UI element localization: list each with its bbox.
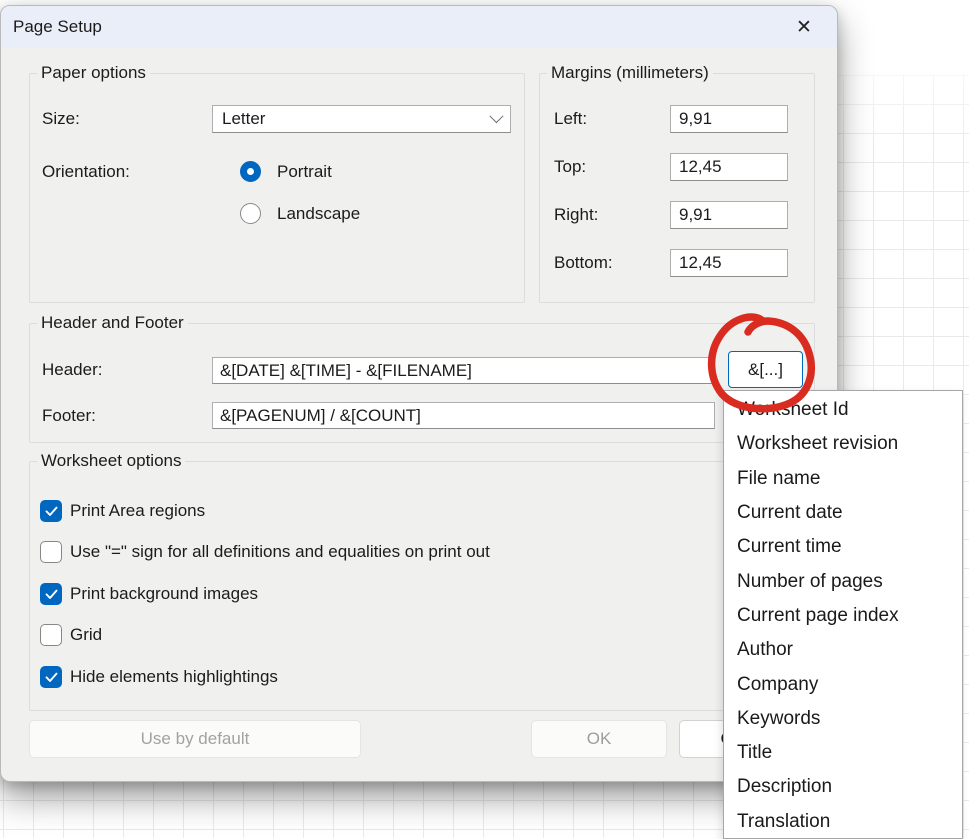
menu-item-company[interactable]: Company xyxy=(724,667,962,701)
menu-item-worksheet-id[interactable]: Worksheet Id xyxy=(724,393,962,427)
menu-item-worksheet-revision[interactable]: Worksheet revision xyxy=(724,427,962,461)
paper-size-select[interactable]: Letter xyxy=(212,105,511,133)
checkbox-label[interactable]: Print background images xyxy=(70,584,258,604)
checkmark-icon xyxy=(45,589,58,600)
size-label: Size: xyxy=(42,109,80,129)
titlebar: Page Setup xyxy=(1,6,837,48)
insert-field-menu: Worksheet Id Worksheet revision File nam… xyxy=(723,390,963,839)
portrait-label[interactable]: Portrait xyxy=(277,162,332,182)
menu-item-current-page-index[interactable]: Current page index xyxy=(724,599,962,633)
checkbox-label[interactable]: Print Area regions xyxy=(70,501,205,521)
worksheet-options-legend: Worksheet options xyxy=(37,451,185,471)
margin-left-label: Left: xyxy=(554,109,587,129)
paper-options-group: Paper options Size: Letter Orientation: … xyxy=(29,73,525,303)
orientation-label: Orientation: xyxy=(42,162,130,182)
margin-bottom-input[interactable] xyxy=(670,249,788,277)
landscape-label[interactable]: Landscape xyxy=(277,204,360,224)
checkbox-label[interactable]: Use "=" sign for all definitions and equ… xyxy=(70,542,490,562)
option-print-background-images[interactable]: Print background images xyxy=(40,583,258,605)
menu-item-translation[interactable]: Translation xyxy=(724,805,962,839)
paper-options-legend: Paper options xyxy=(37,63,150,83)
option-print-area-regions[interactable]: Print Area regions xyxy=(40,500,205,522)
dialog-title: Page Setup xyxy=(13,17,102,37)
footer-label: Footer: xyxy=(42,406,96,426)
header-footer-legend: Header and Footer xyxy=(37,313,188,333)
header-label: Header: xyxy=(42,360,102,380)
option-equals-sign[interactable]: Use "=" sign for all definitions and equ… xyxy=(40,541,490,563)
insert-field-button[interactable]: &[...] xyxy=(728,351,803,388)
margin-top-label: Top: xyxy=(554,157,586,177)
footer-input[interactable] xyxy=(212,402,715,429)
option-hide-elements-highlightings[interactable]: Hide elements highlightings xyxy=(40,666,278,688)
close-icon[interactable]: ✕ xyxy=(787,11,821,43)
menu-item-current-date[interactable]: Current date xyxy=(724,496,962,530)
ok-button[interactable]: OK xyxy=(531,720,667,758)
menu-item-current-time[interactable]: Current time xyxy=(724,530,962,564)
checkbox[interactable] xyxy=(40,583,62,605)
chevron-down-icon xyxy=(490,114,501,125)
checkbox-label[interactable]: Grid xyxy=(70,625,102,645)
menu-item-file-name[interactable]: File name xyxy=(724,462,962,496)
checkbox[interactable] xyxy=(40,541,62,563)
menu-item-number-of-pages[interactable]: Number of pages xyxy=(724,564,962,598)
menu-item-title[interactable]: Title xyxy=(724,736,962,770)
margins-legend: Margins (millimeters) xyxy=(547,63,713,83)
use-by-default-button[interactable]: Use by default xyxy=(29,720,361,758)
checkbox-label[interactable]: Hide elements highlightings xyxy=(70,667,278,687)
menu-item-author[interactable]: Author xyxy=(724,633,962,667)
orientation-portrait[interactable]: Portrait xyxy=(240,161,332,182)
checkmark-icon xyxy=(45,506,58,517)
orientation-landscape[interactable]: Landscape xyxy=(240,203,360,224)
margin-top-input[interactable] xyxy=(670,153,788,181)
page-setup-dialog: Page Setup ✕ Paper options Size: Letter … xyxy=(0,5,838,782)
margin-bottom-label: Bottom: xyxy=(554,253,613,273)
margin-right-input[interactable] xyxy=(670,201,788,229)
menu-item-description[interactable]: Description xyxy=(724,770,962,804)
checkbox[interactable] xyxy=(40,624,62,646)
margin-right-label: Right: xyxy=(554,205,598,225)
checkbox[interactable] xyxy=(40,666,62,688)
menu-item-keywords[interactable]: Keywords xyxy=(724,702,962,736)
worksheet-options-group: Worksheet options Print Area regions Use… xyxy=(29,461,815,711)
header-input[interactable] xyxy=(212,357,715,384)
checkbox[interactable] xyxy=(40,500,62,522)
checkmark-icon xyxy=(45,672,58,683)
radio-portrait[interactable] xyxy=(240,161,261,182)
margins-group: Margins (millimeters) Left: Top: Right: … xyxy=(539,73,815,303)
margin-left-input[interactable] xyxy=(670,105,788,133)
radio-landscape[interactable] xyxy=(240,203,261,224)
paper-size-value: Letter xyxy=(222,109,265,129)
header-footer-group: Header and Footer Header: &[...] Footer: xyxy=(29,323,815,443)
option-grid[interactable]: Grid xyxy=(40,624,102,646)
